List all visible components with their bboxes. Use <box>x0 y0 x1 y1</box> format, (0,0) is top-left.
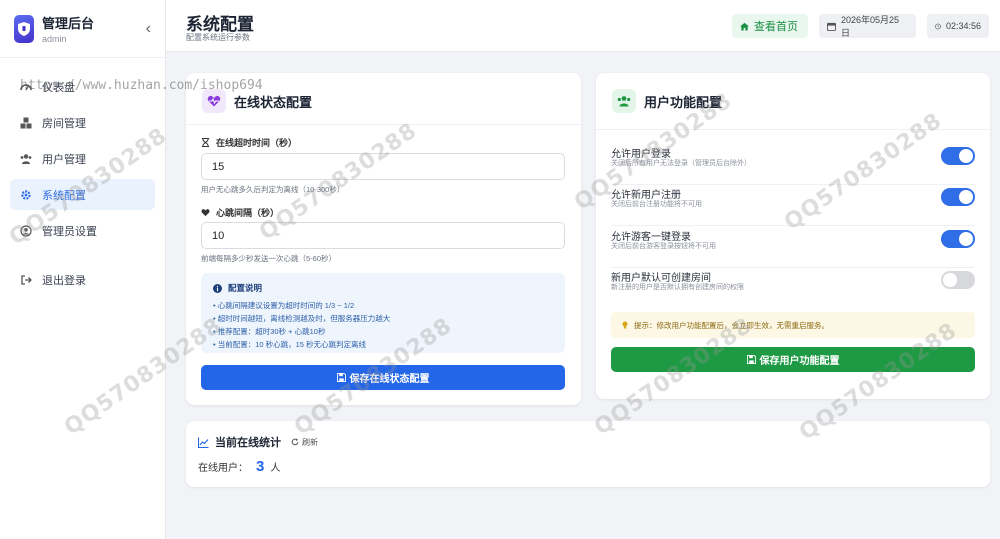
online-users-count: 3 <box>256 458 265 475</box>
info-icon <box>213 283 222 293</box>
collapse-sidebar-icon[interactable]: ‹ <box>146 20 151 37</box>
sidebar-item-dashboard[interactable]: 仪表盘 <box>10 71 155 102</box>
config-info-box: 配置说明 • 心跳间隔建议设置为超时时间的 1/3 ~ 1/2 • 超时时间越短… <box>201 273 565 353</box>
tip-box: 提示：修改用户功能配置后，会立即生效，无需重启服务。 <box>611 312 975 338</box>
heartbeat-icon <box>202 89 226 113</box>
info-line: • 心跳间隔建议设置为超时时间的 1/3 ~ 1/2 <box>213 301 355 310</box>
calendar-icon <box>827 22 836 31</box>
info-title: 配置说明 <box>228 283 263 293</box>
refresh-button[interactable]: 刷新 <box>291 437 318 448</box>
toggle-allow-login: 允许用户登录 关闭后所有用户无法登录（管理员后台除外） <box>611 145 975 185</box>
date-text: 2026年05月25日 <box>841 15 900 38</box>
heartbeat-label-text: 心跳间隔（秒） <box>216 208 280 218</box>
heartbeat-label: 心跳间隔（秒） <box>201 206 279 219</box>
toggle-desc: 关闭后所有用户无法登录（管理员后台除外） <box>611 160 751 167</box>
line-chart-icon <box>198 437 209 448</box>
toggle-default-create-room: 新用户默认可创建房间 新注册的用户是否默认拥有创建房间的权限 <box>611 269 975 309</box>
timeout-hint: 用户无心跳多久后判定为离线（10-300秒） <box>201 185 345 194</box>
save-user-config-label: 保存用户功能配置 <box>759 356 840 367</box>
save-icon <box>336 373 346 382</box>
lightbulb-icon <box>622 321 628 329</box>
online-stats-card: 当前在线统计 刷新 在线用户： 3 人 <box>186 421 990 487</box>
info-line: • 超时时间越短，离线检测越及时，但服务器压力越大 <box>213 314 391 323</box>
gear-icon <box>20 189 32 201</box>
user-circle-icon <box>20 224 32 237</box>
brand-subtitle: admin <box>42 34 67 44</box>
save-online-config-button[interactable]: 保存在线状态配置 <box>201 365 565 390</box>
allow-guest-login-switch[interactable] <box>941 230 975 248</box>
allow-login-switch[interactable] <box>941 147 975 165</box>
sidebar-item-label: 系统配置 <box>42 189 86 202</box>
default-create-room-switch[interactable] <box>941 271 975 289</box>
view-home-label: 查看首页 <box>754 21 798 33</box>
heartbeat-input[interactable] <box>201 222 565 249</box>
allow-register-switch[interactable] <box>941 188 975 206</box>
users-group-icon <box>612 89 636 113</box>
sidebar: 管理后台 admin ‹ 仪表盘 房间管理 用户管理 系统配置 管理员设置 退出… <box>0 0 166 539</box>
toggle-desc: 关闭后前台注册功能将不可用 <box>611 201 702 208</box>
toggle-desc: 新注册的用户是否默认拥有创建房间的权限 <box>611 284 744 291</box>
date-display: 2026年05月25日 <box>819 14 916 38</box>
home-icon <box>740 22 749 31</box>
brand: 管理后台 admin ‹ <box>0 0 165 58</box>
sidebar-item-users[interactable]: 用户管理 <box>10 143 155 174</box>
stats-title: 当前在线统计 <box>215 437 281 449</box>
sidebar-item-rooms[interactable]: 房间管理 <box>10 107 155 138</box>
dashboard-icon <box>20 81 32 93</box>
save-icon <box>746 355 756 364</box>
sidebar-item-admin-settings[interactable]: 管理员设置 <box>10 215 155 246</box>
timeout-label-text: 在线超时时间（秒） <box>216 138 298 148</box>
sidebar-item-logout[interactable]: 退出登录 <box>10 264 155 295</box>
cubes-icon <box>20 117 32 129</box>
clock-icon <box>935 23 941 29</box>
sidebar-item-system-config[interactable]: 系统配置 <box>10 179 155 210</box>
toggle-desc: 关闭后前台游客登录按钮将不可用 <box>611 243 716 250</box>
info-line: • 当前配置：10 秒心跳，15 秒无心跳判定离线 <box>213 340 367 349</box>
logout-icon <box>20 274 32 286</box>
sidebar-nav: 仪表盘 房间管理 用户管理 系统配置 管理员设置 退出登录 <box>0 58 165 295</box>
view-home-button[interactable]: 查看首页 <box>732 14 808 38</box>
user-feature-config-card: 用户功能配置 允许用户登录 关闭后所有用户无法登录（管理员后台除外） 允许新用户… <box>596 73 990 399</box>
sidebar-item-label: 管理员设置 <box>42 225 97 238</box>
hourglass-icon <box>201 138 210 147</box>
heartbeat-small-icon <box>201 209 210 217</box>
time-display: 02:34:56 <box>927 14 989 38</box>
shield-logo-icon <box>14 14 34 43</box>
sidebar-item-label: 房间管理 <box>42 117 86 130</box>
timeout-label: 在线超时时间（秒） <box>201 136 297 149</box>
info-line: • 推荐配置：超时30秒 + 心跳10秒 <box>213 327 326 336</box>
sidebar-item-label: 用户管理 <box>42 153 86 166</box>
time-text: 02:34:56 <box>945 21 981 31</box>
card-title: 用户功能配置 <box>644 94 723 110</box>
save-user-config-button[interactable]: 保存用户功能配置 <box>611 347 975 372</box>
sidebar-item-label: 退出登录 <box>42 274 86 287</box>
sidebar-item-label: 仪表盘 <box>42 81 75 94</box>
tip-text: 提示：修改用户功能配置后，会立即生效，无需重启服务。 <box>634 320 829 330</box>
timeout-input[interactable] <box>201 153 565 180</box>
heartbeat-hint: 前端每隔多少秒发送一次心跳（5-60秒） <box>201 254 337 263</box>
toggle-allow-register: 允许新用户注册 关闭后前台注册功能将不可用 <box>611 186 975 226</box>
refresh-label: 刷新 <box>302 437 318 447</box>
brand-title: 管理后台 <box>42 16 95 31</box>
users-icon <box>20 153 32 165</box>
online-users-label: 在线用户： <box>198 463 248 474</box>
online-status-config-card: 在线状态配置 在线超时时间（秒） 用户无心跳多久后判定为离线（10-300秒） … <box>186 73 581 405</box>
toggle-allow-guest-login: 允许游客一键登录 关闭后前台游客登录按钮将不可用 <box>611 228 975 268</box>
top-header: 系统配置 配置系统运行参数 查看首页 2026年05月25日 02:34:56 <box>166 0 1000 52</box>
card-title: 在线状态配置 <box>234 94 313 110</box>
save-online-config-label: 保存在线状态配置 <box>349 374 430 385</box>
refresh-icon <box>291 438 299 446</box>
online-users-line: 在线用户： 3 人 <box>198 458 280 475</box>
online-users-unit: 人 <box>270 463 281 474</box>
page-subtitle: 配置系统运行参数 <box>186 33 250 42</box>
